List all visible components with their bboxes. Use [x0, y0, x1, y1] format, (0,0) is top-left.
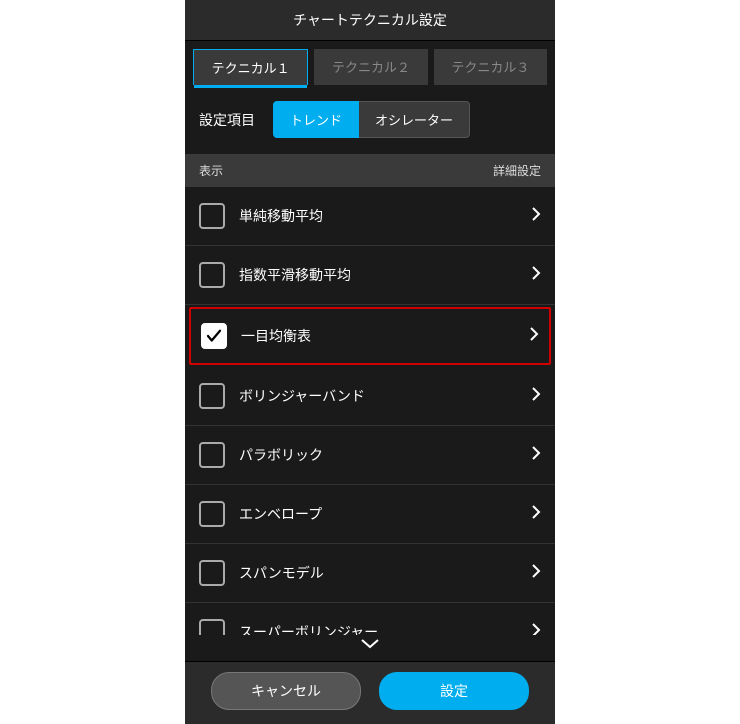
- list-item[interactable]: 指数平滑移動平均: [185, 246, 555, 305]
- checkbox[interactable]: [199, 442, 225, 468]
- checkbox[interactable]: [199, 501, 225, 527]
- list-item[interactable]: エンベロープ: [185, 485, 555, 544]
- more-indicator: [185, 635, 555, 661]
- page-title: チャートテクニカル設定: [185, 0, 555, 41]
- checkbox[interactable]: [201, 323, 227, 349]
- list-item[interactable]: スパンモデル: [185, 544, 555, 603]
- indicator-label: パラボリック: [239, 445, 517, 465]
- list-header-left: 表示: [199, 162, 223, 179]
- list-header: 表示 詳細設定: [185, 154, 555, 187]
- list-item[interactable]: 単純移動平均: [185, 187, 555, 246]
- chevron-right-icon[interactable]: [531, 386, 541, 407]
- app-screen: チャートテクニカル設定 テクニカル１ テクニカル２ テクニカル３ 設定項目 トレ…: [185, 0, 555, 724]
- indicator-label: スーパーボリンジャー: [239, 622, 517, 635]
- checkbox[interactable]: [199, 383, 225, 409]
- footer-bar: キャンセル 設定: [185, 661, 555, 724]
- list-item[interactable]: パラボリック: [185, 426, 555, 485]
- settings-label: 設定項目: [199, 110, 255, 130]
- confirm-button[interactable]: 設定: [379, 672, 529, 710]
- segment-trend[interactable]: トレンド: [273, 101, 359, 138]
- checkbox[interactable]: [199, 560, 225, 586]
- checkbox[interactable]: [199, 262, 225, 288]
- chevron-right-icon[interactable]: [531, 265, 541, 286]
- segment-oscillator[interactable]: オシレーター: [359, 101, 470, 138]
- tab-technical-2[interactable]: テクニカル２: [314, 49, 427, 85]
- chevron-right-icon[interactable]: [531, 622, 541, 636]
- tab-technical-3[interactable]: テクニカル３: [434, 49, 547, 85]
- chevron-right-icon[interactable]: [531, 563, 541, 584]
- tab-bar: テクニカル１ テクニカル２ テクニカル３: [185, 41, 555, 85]
- checkbox[interactable]: [199, 203, 225, 229]
- indicator-label: 一目均衡表: [241, 326, 515, 346]
- segment-control: トレンド オシレーター: [273, 101, 470, 138]
- chevron-right-icon[interactable]: [529, 326, 539, 347]
- indicator-list[interactable]: 単純移動平均指数平滑移動平均一目均衡表ボリンジャーバンドパラボリックエンベロープ…: [185, 187, 555, 635]
- tab-technical-1[interactable]: テクニカル１: [193, 49, 308, 85]
- indicator-label: エンベロープ: [239, 504, 517, 524]
- cancel-button[interactable]: キャンセル: [211, 672, 361, 710]
- chevron-right-icon[interactable]: [531, 206, 541, 227]
- chevron-down-icon: [360, 638, 380, 650]
- settings-row: 設定項目 トレンド オシレーター: [185, 85, 555, 154]
- list-item[interactable]: ボリンジャーバンド: [185, 367, 555, 426]
- indicator-label: 指数平滑移動平均: [239, 265, 517, 285]
- list-item[interactable]: スーパーボリンジャー: [185, 603, 555, 635]
- indicator-label: ボリンジャーバンド: [239, 386, 517, 406]
- checkbox[interactable]: [199, 619, 225, 635]
- list-header-right: 詳細設定: [493, 162, 541, 179]
- chevron-right-icon[interactable]: [531, 445, 541, 466]
- list-item[interactable]: 一目均衡表: [189, 307, 551, 365]
- chevron-right-icon[interactable]: [531, 504, 541, 525]
- indicator-label: スパンモデル: [239, 563, 517, 583]
- indicator-label: 単純移動平均: [239, 206, 517, 226]
